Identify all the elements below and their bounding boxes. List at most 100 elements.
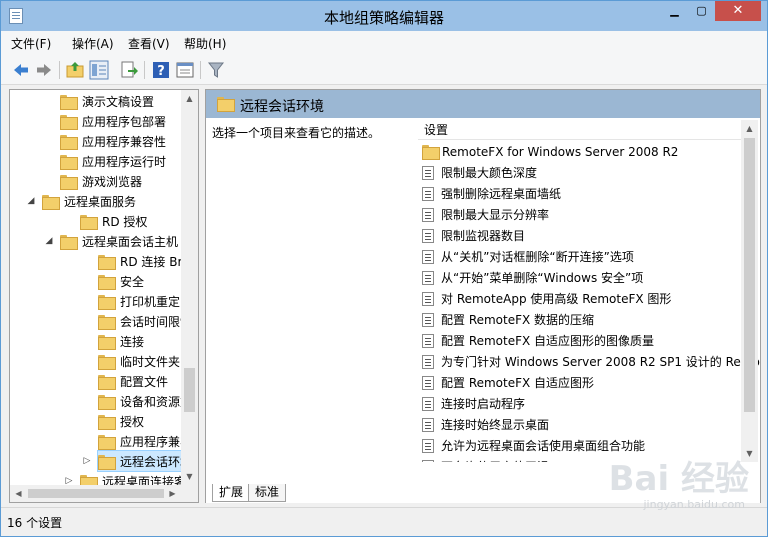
folder-icon [98, 314, 116, 330]
collapse-arrow-icon[interactable]: ◢ [44, 236, 54, 246]
tree-item-label: 连接 [120, 334, 145, 349]
list-item-label: 配置 RemoteFX 自适应图形 [441, 376, 595, 390]
toolbar-separator [200, 61, 201, 79]
tree-item[interactable]: 应用程序运行时 [60, 151, 168, 171]
scrollbar-thumb[interactable] [184, 368, 195, 412]
policy-setting-icon [422, 207, 434, 222]
up-folder-icon[interactable] [65, 60, 85, 80]
scrollbar-thumb[interactable] [28, 489, 164, 498]
show-tree-icon[interactable] [89, 60, 109, 80]
tree-item[interactable]: 配置文件 [98, 371, 170, 391]
tree-item[interactable]: 演示文稿设置 [60, 91, 156, 111]
maximize-button[interactable]: ▢ [688, 1, 715, 21]
status-bar: 16 个设置 [1, 507, 767, 536]
close-button[interactable]: ✕ [715, 1, 761, 21]
scroll-down-arrow-icon[interactable]: ▼ [181, 468, 198, 485]
forward-arrow-icon[interactable] [34, 60, 54, 80]
title-bar[interactable]: 本地组策略编辑器 ▁ ▢ ✕ [1, 1, 767, 31]
folder-icon [42, 194, 60, 210]
tree-item[interactable]: ◢ 远程桌面服务 [28, 191, 138, 211]
folder-icon [98, 374, 116, 390]
list-item[interactable]: 配置 RemoteFX 数据的压缩 [418, 309, 741, 330]
back-arrow-icon[interactable] [11, 60, 31, 80]
list-item-label: 从“关机”对话框删除“断开连接”选项 [441, 250, 634, 264]
list-item-label: 配置 RemoteFX 数据的压缩 [441, 313, 595, 327]
scroll-up-arrow-icon[interactable]: ▲ [741, 120, 758, 137]
policy-setting-icon [422, 459, 434, 462]
toolbar-separator [144, 61, 145, 79]
list-item[interactable]: 限制最大颜色深度 [418, 162, 741, 183]
scroll-left-arrow-icon[interactable]: ◀ [10, 485, 27, 502]
folder-icon [98, 454, 116, 470]
list-item[interactable]: 从“关机”对话框删除“断开连接”选项 [418, 246, 741, 267]
expand-arrow-icon[interactable]: ▷ [82, 456, 92, 466]
tree-item[interactable]: ▷ 远程会话环境 [84, 450, 196, 472]
list-item[interactable]: 对 RemoteApp 使用高级 RemoteFX 图形 [418, 288, 741, 309]
policy-setting-icon [422, 438, 434, 453]
menu-action[interactable]: 操作(A) [72, 35, 114, 52]
folder-icon [80, 214, 98, 230]
tree-item[interactable]: 授权 [98, 411, 146, 431]
list-item[interactable]: 限制最大显示分辨率 [418, 204, 741, 225]
properties-icon[interactable] [175, 60, 195, 80]
tree-item[interactable]: 安全 [98, 271, 146, 291]
tree-item[interactable]: 应用程序兼容性 [60, 131, 168, 151]
tree-item[interactable]: 会话时间限制 [98, 311, 194, 331]
folder-icon [98, 294, 116, 310]
menu-help[interactable]: 帮助(H) [184, 35, 226, 52]
list-item[interactable]: 为专门针对 Windows Server 2008 R2 SP1 设计的 Rem… [418, 351, 760, 372]
tree-item[interactable]: 游戏浏览器 [60, 171, 144, 191]
policy-setting-icon [422, 165, 434, 180]
minimize-button[interactable]: ▁ [661, 1, 688, 21]
list-item[interactable]: 连接时启动程序 [418, 393, 741, 414]
export-icon[interactable] [119, 60, 139, 80]
list-item-label: 连接时启动程序 [441, 397, 526, 411]
scrollbar-corner [181, 485, 198, 502]
list-item[interactable]: RemoteFX for Windows Server 2008 R2 [418, 141, 741, 162]
toolbar-separator [59, 61, 60, 79]
policy-setting-icon [422, 249, 434, 264]
tree-item[interactable]: 临时文件夹 [98, 351, 182, 371]
list-item[interactable]: 连接时始终显示桌面 [418, 414, 741, 435]
column-header-settings[interactable]: 设置 [418, 120, 741, 140]
collapse-arrow-icon[interactable]: ◢ [26, 196, 36, 206]
policy-setting-icon [422, 291, 434, 306]
tree-vertical-scrollbar[interactable]: ▲ ▼ [181, 90, 198, 485]
tree-item[interactable]: 连接 [98, 331, 146, 351]
window-title: 本地组策略编辑器 [323, 9, 444, 27]
tab-standard[interactable]: 标准 [248, 484, 287, 502]
scrollbar-thumb[interactable] [744, 138, 755, 412]
tree-horizontal-scrollbar[interactable]: ◀ ▶ [10, 485, 181, 502]
help-icon[interactable]: ? [151, 60, 171, 80]
folder-icon [98, 334, 116, 350]
scroll-right-arrow-icon[interactable]: ▶ [164, 485, 181, 502]
folder-icon [98, 254, 116, 270]
policy-setting-icon [422, 375, 434, 390]
tree-item-label: 应用程序运行时 [82, 154, 167, 169]
tree-item[interactable]: RD 授权 [80, 211, 149, 231]
tree-item-label: 远程桌面会话主机 [82, 234, 179, 249]
policy-setting-icon [422, 333, 434, 348]
svg-text:?: ? [157, 64, 165, 79]
list-item[interactable]: 配置 RemoteFX 自适应图形 [418, 372, 741, 393]
details-title: 远程会话环境 [240, 99, 324, 115]
filter-icon[interactable] [206, 60, 226, 80]
tree-item[interactable]: ◢ 远程桌面会话主机 [46, 231, 180, 251]
tree-item[interactable]: 打印机重定向 [98, 291, 194, 311]
policy-setting-icon [422, 228, 434, 243]
tree-item-label: 远程桌面服务 [64, 194, 137, 209]
list-item[interactable]: 从“开始”菜单删除“Windows 安全”项 [418, 267, 741, 288]
menu-file[interactable]: 文件(F) [11, 35, 51, 52]
tree-item[interactable]: 应用程序包部署 [60, 111, 168, 131]
tab-extended[interactable]: 扩展 [212, 484, 251, 502]
list-item[interactable]: 配置 RemoteFX 自适应图形的图像质量 [418, 330, 741, 351]
list-item-label: 限制最大显示分辨率 [441, 208, 550, 222]
list-vertical-scrollbar[interactable]: ▲ ▼ [741, 120, 758, 462]
list-item[interactable]: 限制监视器数目 [418, 225, 741, 246]
menu-view[interactable]: 查看(V) [128, 35, 170, 52]
content-area: 演示文稿设置 应用程序包部署 应用程序兼容性应用程序运行时游戏浏览器 ◢ 远程桌面服务 R… [9, 89, 761, 503]
list-item[interactable]: 强制删除远程桌面墙纸 [418, 183, 741, 204]
status-text: 16 个设置 [7, 516, 63, 530]
scroll-up-arrow-icon[interactable]: ▲ [181, 90, 198, 107]
settings-list: 设置 RemoteFX for Windows Server 2008 R2 限制… [418, 120, 760, 462]
